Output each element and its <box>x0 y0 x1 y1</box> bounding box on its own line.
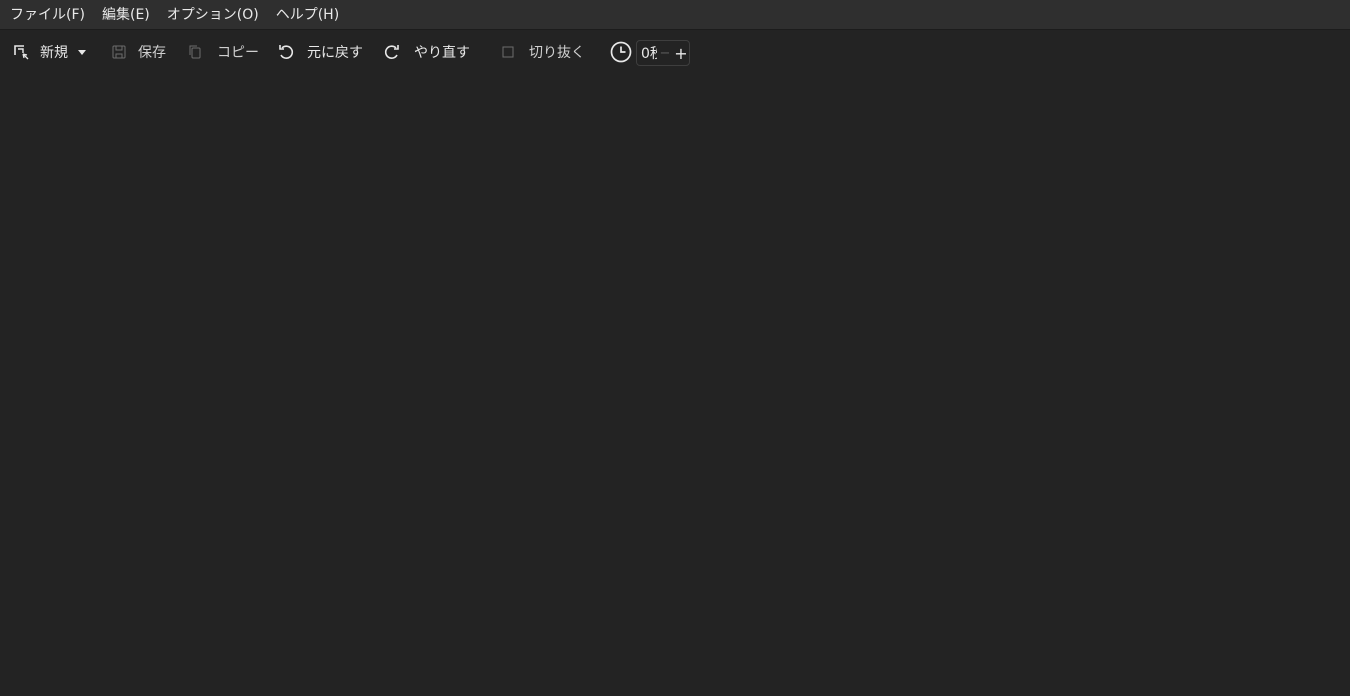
menu-options[interactable]: オプション(O) <box>158 2 267 28</box>
delay-value[interactable]: 0秒 <box>637 43 657 63</box>
save-icon <box>110 43 128 61</box>
crop-icon <box>499 43 517 61</box>
caret-down-icon[interactable] <box>78 49 86 55</box>
undo-button[interactable]: 元に戻す <box>277 31 363 73</box>
delay-decrement-button[interactable]: − <box>657 46 673 61</box>
copy-button-label: コピー <box>217 45 259 61</box>
delay-stepper[interactable]: 0秒 − + <box>636 40 690 66</box>
new-button[interactable]: 新規 <box>12 31 86 73</box>
crop-button-label: 切り抜く <box>529 45 585 61</box>
crop-button[interactable]: 切り抜く <box>499 31 585 73</box>
toolbar: 新規 保存 コピー 元に戻す やり直す 切り抜く 0 − + <box>0 31 1350 73</box>
delay-control <box>610 31 632 73</box>
save-button[interactable]: 保存 <box>110 31 166 73</box>
copy-icon <box>186 43 204 61</box>
canvas-area <box>0 73 1350 696</box>
new-button-label: 新規 <box>40 45 68 61</box>
redo-button[interactable]: やり直す <box>383 31 470 73</box>
delay-increment-button[interactable]: + <box>673 44 689 63</box>
clock-icon <box>610 41 632 63</box>
menu-edit[interactable]: 編集(E) <box>93 2 158 28</box>
undo-button-label: 元に戻す <box>307 45 363 61</box>
save-button-label: 保存 <box>138 45 166 61</box>
copy-button[interactable]: コピー <box>186 31 259 73</box>
menu-help[interactable]: ヘルプ(H) <box>267 2 347 28</box>
redo-button-label: やり直す <box>414 45 470 61</box>
redo-icon <box>383 43 401 61</box>
menu-file[interactable]: ファイル(F) <box>0 2 93 28</box>
new-snip-icon <box>12 43 30 61</box>
menu-bar: ファイル(F) 編集(E) オプション(O) ヘルプ(H) <box>0 0 1350 30</box>
undo-icon <box>277 43 295 61</box>
